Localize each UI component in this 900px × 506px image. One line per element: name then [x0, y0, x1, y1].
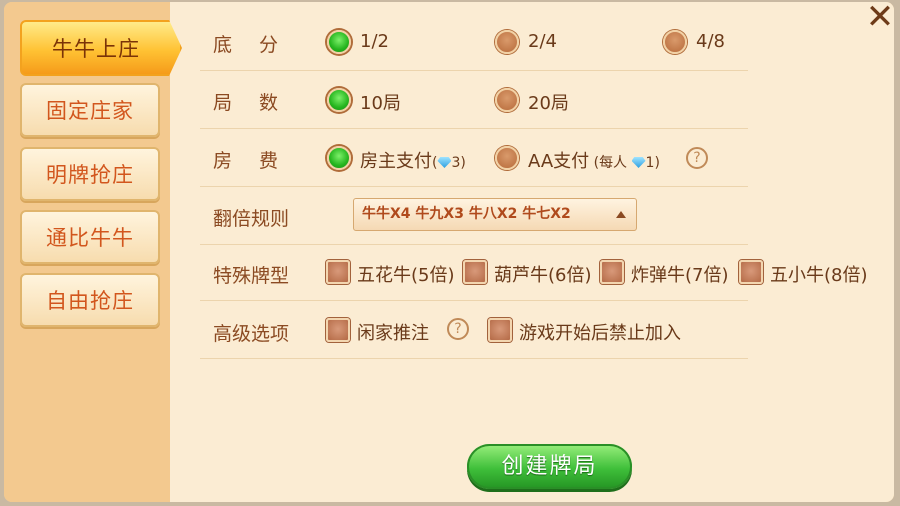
- divider: [200, 244, 748, 245]
- room-fee-owner-option: 房主支付(3): [360, 151, 466, 172]
- rounds-option-label: 20局: [528, 93, 569, 114]
- multiplier-dropdown[interactable]: 牛牛X4 牛九X3 牛八X2 牛七X2: [353, 198, 637, 231]
- tab-mingpai-qiangzhuang[interactable]: 明牌抢庄: [20, 147, 160, 201]
- advanced-option-label: 闲家推注: [357, 323, 429, 344]
- room-fee-label: 房费: [213, 150, 306, 172]
- special-option-label: 炸弹牛(7倍): [631, 265, 729, 286]
- help-icon[interactable]: ?: [686, 147, 708, 169]
- settings-panel: [170, 2, 894, 502]
- create-game-button[interactable]: 创建牌局: [467, 444, 632, 489]
- tab-label: 自由抢庄: [46, 289, 134, 313]
- advanced-label: 高级选项: [213, 323, 290, 345]
- rounds-radio-20[interactable]: [495, 88, 519, 112]
- special-option-label: 葫芦牛(6倍): [494, 265, 592, 286]
- rounds-radio-10[interactable]: [327, 88, 351, 112]
- room-fee-owner-label: 房主支付: [360, 151, 432, 172]
- per-person-label: 每人: [599, 155, 628, 171]
- tab-tongbi-niuniu[interactable]: 通比牛牛: [20, 210, 160, 264]
- tab-label: 明牌抢庄: [46, 163, 134, 187]
- multiplier-label: 翻倍规则: [213, 208, 290, 230]
- special-option-label: 五小牛(8倍): [770, 265, 868, 286]
- base-score-label: 底分: [213, 34, 306, 56]
- special-option-label: 五花牛(5倍): [357, 265, 455, 286]
- base-score-radio-3[interactable]: [663, 30, 687, 54]
- base-score-radio-2[interactable]: [495, 30, 519, 54]
- room-fee-aa-option: AA支付 (每人 1): [528, 151, 660, 172]
- room-fee-radio-aa[interactable]: [495, 146, 519, 170]
- tab-niuniu-shangzhuang[interactable]: 牛牛上庄: [20, 20, 182, 76]
- diamond-icon: [631, 157, 646, 168]
- base-score-option-label: 4/8: [696, 31, 725, 52]
- close-icon[interactable]: ✕: [864, 0, 896, 34]
- base-score-option-label: 2/4: [528, 31, 557, 52]
- divider: [200, 186, 748, 187]
- rounds-option-label: 10局: [360, 93, 401, 114]
- aa-cost: 1: [645, 155, 655, 171]
- tab-label: 通比牛牛: [46, 226, 134, 250]
- special-checkbox-wuxiao[interactable]: [739, 260, 763, 284]
- advanced-checkbox-tuizhu[interactable]: [326, 318, 350, 342]
- room-fee-aa-label: AA支付: [528, 151, 590, 172]
- caret-up-icon: [616, 211, 626, 218]
- divider: [200, 300, 748, 301]
- multiplier-value: 牛牛X4 牛九X3 牛八X2 牛七X2: [362, 206, 571, 222]
- divider: [200, 128, 748, 129]
- tab-label: 牛牛上庄: [52, 37, 140, 61]
- advanced-option-label: 游戏开始后禁止加入: [519, 323, 681, 344]
- divider: [200, 70, 748, 71]
- advanced-checkbox-no-join[interactable]: [488, 318, 512, 342]
- special-checkbox-hulu[interactable]: [463, 260, 487, 284]
- special-checkbox-zhadan[interactable]: [600, 260, 624, 284]
- help-icon[interactable]: ?: [447, 318, 469, 340]
- special-checkbox-wuhua[interactable]: [326, 260, 350, 284]
- tab-ziyou-qiangzhuang[interactable]: 自由抢庄: [20, 273, 160, 327]
- diamond-icon: [437, 157, 452, 168]
- special-hands-label: 特殊牌型: [213, 265, 290, 287]
- rounds-label: 局数: [213, 92, 306, 114]
- room-fee-radio-owner[interactable]: [327, 146, 351, 170]
- base-score-option-label: 1/2: [360, 31, 389, 52]
- divider: [200, 358, 748, 359]
- tab-guding-zhuangjia[interactable]: 固定庄家: [20, 83, 160, 137]
- tab-label: 固定庄家: [46, 99, 134, 123]
- owner-cost: 3: [451, 155, 461, 171]
- base-score-radio-1[interactable]: [327, 30, 351, 54]
